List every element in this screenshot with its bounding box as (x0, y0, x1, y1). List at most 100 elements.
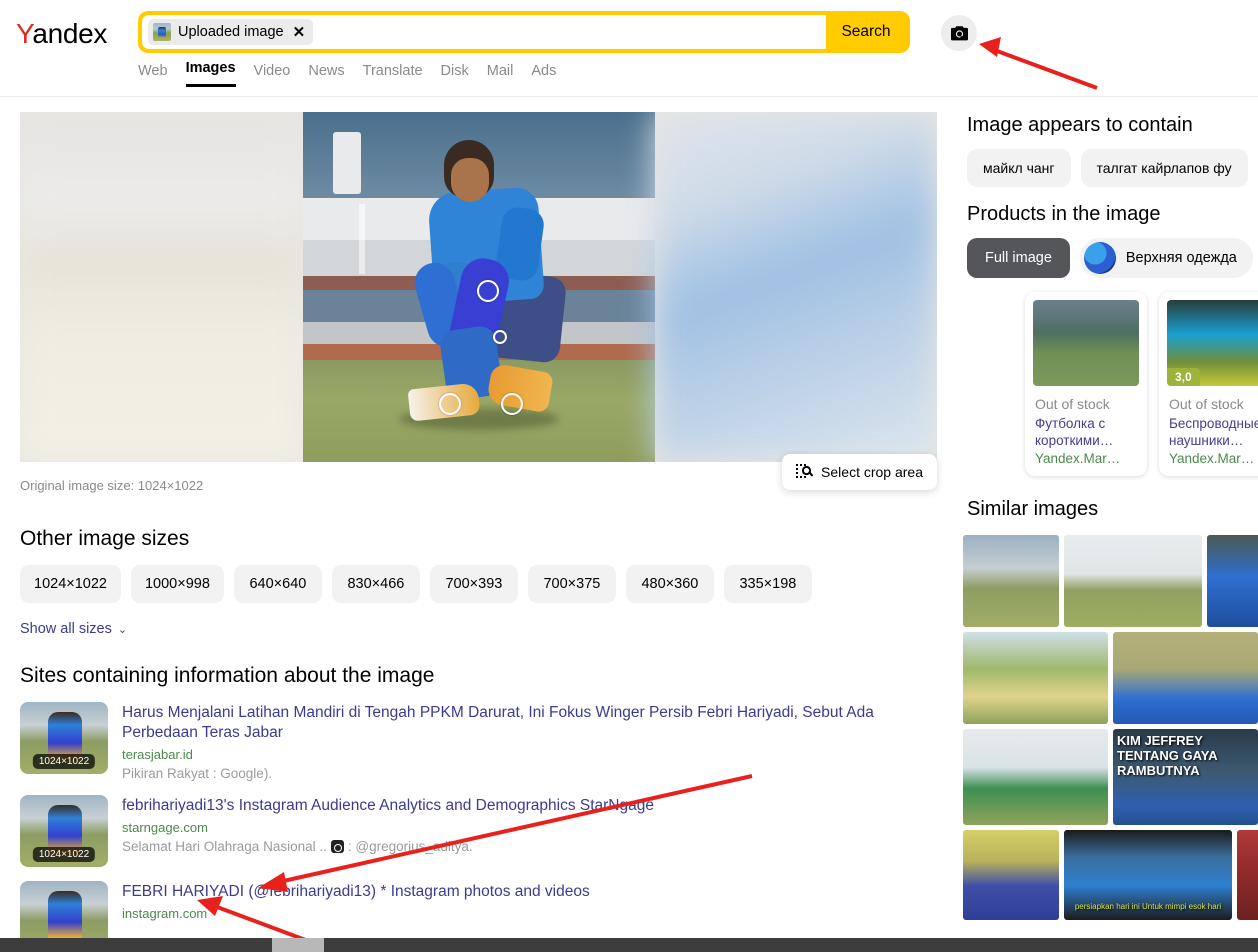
similar-image-caption: KIM JEFFREY TENTANG GAYA RAMBUTNYA (1117, 733, 1218, 778)
site-title-link[interactable]: Harus Menjalani Latihan Mandiri di Tenga… (122, 703, 922, 743)
scrollbar-thumb[interactable] (272, 938, 324, 952)
tab-translate[interactable]: Translate (363, 63, 423, 87)
hero-main-photo (302, 112, 655, 462)
tab-mail[interactable]: Mail (487, 63, 514, 87)
sites-list: 1024×1022 Harus Menjalani Latihan Mandir… (0, 702, 955, 952)
site-hostname: terasjabar.id (122, 747, 193, 762)
camera-search-button[interactable] (941, 15, 977, 51)
similar-image[interactable] (963, 632, 1108, 724)
product-card[interactable]: 3,0 Out of stock Беспроводные наушники… … (1159, 292, 1258, 476)
product-image: 3,0 (1167, 300, 1258, 386)
camera-glyph-icon (330, 840, 344, 853)
size-option[interactable]: 640×640 (233, 565, 322, 603)
image-size-list: 1024×1022 1000×998 640×640 830×466 700×3… (20, 565, 955, 603)
site-description: Pikiran Rakyat : Google). (122, 766, 273, 781)
product-card-list: Out of stock Футболка с короткими… Yande… (1025, 292, 1258, 476)
object-marker-sleeve[interactable] (492, 330, 507, 344)
site-thumbnail[interactable]: 1024×1022 (20, 795, 108, 867)
hero-image-preview[interactable] (20, 112, 937, 462)
site-thumbnail[interactable]: 1024×1022 (20, 702, 108, 774)
contains-chip[interactable]: талгат кайрлапов фу (1080, 149, 1248, 187)
similar-image-subtitled[interactable]: persiapkan hari ini Untuk mimpi esok har… (1064, 830, 1232, 920)
tab-video[interactable]: Video (254, 63, 291, 87)
service-tabs: Web Images Video News Translate Disk Mai… (138, 60, 556, 87)
site-description: Selamat Hari Olahraga Nasional .. : @gre… (122, 839, 654, 854)
similar-image[interactable] (1237, 830, 1258, 920)
similar-image[interactable] (1113, 632, 1258, 724)
full-image-chip[interactable]: Full image (967, 238, 1070, 278)
uploaded-image-label: Uploaded image (178, 24, 284, 40)
similar-image-kim-jeffrey[interactable]: KIM JEFFREY TENTANG GAYA RAMBUTNYA (1113, 729, 1258, 825)
product-stock-status: Out of stock (1035, 396, 1110, 412)
product-category-thumbnail-icon (1083, 242, 1116, 274)
similar-images-row: KIM JEFFREY TENTANG GAYA RAMBUTNYA (963, 729, 1258, 825)
right-sidebar: Image appears to contain майкл чанг талг… (955, 96, 1258, 925)
uploaded-image-thumbnail-icon (153, 23, 171, 41)
contains-chip[interactable]: майкл чанг (967, 149, 1071, 187)
size-option[interactable]: 1024×1022 (20, 565, 121, 603)
crop-search-icon (796, 463, 814, 478)
player-face (450, 158, 489, 202)
product-name: Футболка с короткими… (1035, 416, 1114, 448)
yandex-logo[interactable]: Yandex (16, 18, 107, 50)
list-item[interactable]: 1024×1022 febrihariyadi13's Instagram Au… (20, 795, 955, 867)
site-title-link[interactable]: febrihariyadi13's Instagram Audience Ana… (122, 796, 654, 816)
similar-image[interactable] (963, 830, 1059, 920)
list-item[interactable]: 1024×1022 Harus Menjalani Latihan Mandir… (20, 702, 955, 781)
product-stock-status: Out of stock (1169, 396, 1244, 412)
left-column: Original image size: 1024×1022 Select cr… (0, 96, 955, 952)
size-option[interactable]: 830×466 (331, 565, 420, 603)
search-input[interactable]: Uploaded image ✕ (142, 15, 826, 49)
show-all-sizes-link[interactable]: Show all sizes ⌄ (20, 621, 127, 637)
size-option[interactable]: 700×393 (429, 565, 518, 603)
select-crop-area-button[interactable]: Select crop area (782, 454, 937, 490)
similar-image[interactable] (1064, 535, 1202, 627)
tab-news[interactable]: News (308, 63, 344, 87)
site-info: febrihariyadi13's Instagram Audience Ana… (122, 795, 654, 867)
similar-images-row: persiapkan hari ini Untuk mimpi esok har… (963, 830, 1258, 920)
sites-section-title: Sites containing information about the i… (20, 664, 435, 687)
site-info: Harus Menjalani Latihan Mandiri di Tenga… (122, 702, 922, 781)
search-bar: Uploaded image ✕ Search (138, 11, 910, 53)
size-option[interactable]: 1000×998 (130, 565, 224, 603)
product-name: Беспроводные наушники… (1169, 416, 1258, 448)
tab-ads[interactable]: Ads (531, 63, 556, 87)
logo-rest: andex (32, 18, 108, 49)
tab-images[interactable]: Images (185, 60, 236, 87)
product-category-label: Верхняя одежда (1125, 250, 1237, 266)
hero-blur-right (654, 112, 937, 462)
image-contains-chips: майкл чанг талгат кайрлапов фу (967, 149, 1258, 187)
search-button[interactable]: Search (826, 11, 906, 53)
tab-web[interactable]: Web (138, 63, 168, 87)
photo-bg-post2 (358, 204, 365, 274)
similar-image[interactable] (1207, 535, 1258, 627)
product-image (1033, 300, 1139, 386)
hero-blur-left (20, 112, 303, 462)
size-option[interactable]: 335×198 (723, 565, 812, 603)
close-icon[interactable]: ✕ (293, 25, 306, 40)
site-title-link[interactable]: FEBRI HARIYADI (@febrihariyadi13) * Inst… (122, 882, 590, 902)
object-marker-boot-left[interactable] (438, 393, 461, 415)
similar-image[interactable] (963, 729, 1108, 825)
similar-image[interactable] (963, 535, 1059, 627)
similar-images-row (963, 535, 1258, 627)
thumbnail-size-badge: 1024×1022 (32, 754, 96, 769)
camera-icon (950, 25, 968, 40)
select-crop-area-label: Select crop area (821, 464, 923, 480)
product-rating-badge: 3,0 (1167, 368, 1200, 386)
product-source: Yandex.Mar… (1169, 451, 1255, 466)
site-description-before: Selamat Hari Olahraga Nasional .. (122, 839, 327, 854)
product-category-chip[interactable]: Верхняя одежда (1079, 238, 1253, 278)
photo-bg-post (332, 132, 361, 194)
size-option[interactable]: 480×360 (625, 565, 714, 603)
object-marker-jacket[interactable] (476, 280, 499, 302)
tab-disk[interactable]: Disk (441, 63, 469, 87)
horizontal-scrollbar[interactable] (0, 938, 1258, 952)
product-card[interactable]: Out of stock Футболка с короткими… Yande… (1025, 292, 1147, 476)
uploaded-image-chip[interactable]: Uploaded image ✕ (148, 19, 314, 45)
size-option[interactable]: 700×375 (527, 565, 616, 603)
product-source: Yandex.Mar… (1035, 451, 1121, 466)
object-marker-boot-right[interactable] (500, 393, 523, 415)
similar-images-row (963, 632, 1258, 724)
page-header: Yandex Uploaded image ✕ Search Web Image… (0, 0, 1258, 97)
